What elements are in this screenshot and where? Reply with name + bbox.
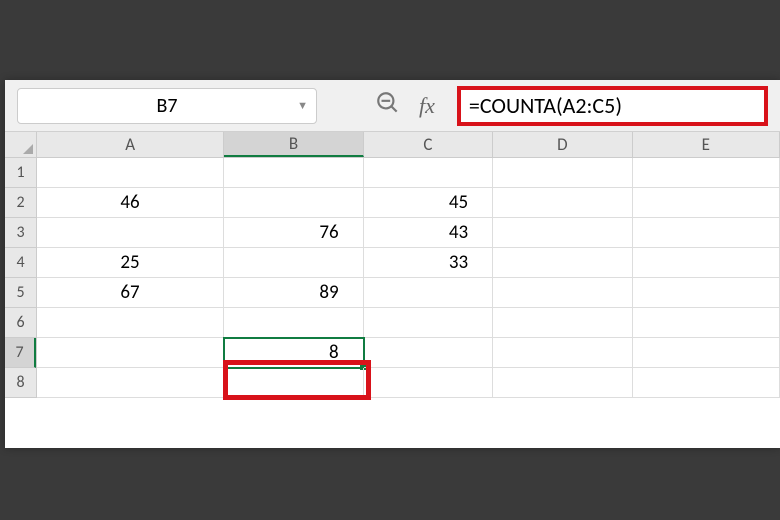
cell-E2[interactable] <box>633 188 780 218</box>
cell-D2[interactable] <box>493 188 632 218</box>
cell-C3[interactable]: 43 <box>364 218 494 248</box>
cell-A6[interactable] <box>37 308 224 338</box>
cell-E5[interactable] <box>633 278 780 308</box>
table-row: 6789 <box>37 278 780 308</box>
formula-input[interactable]: =COUNTA(A2:C5) <box>457 86 768 126</box>
col-header-E[interactable]: E <box>633 132 780 157</box>
row-header-4[interactable]: 4 <box>5 248 36 278</box>
name-box-value: B7 <box>156 94 177 118</box>
cell-A2[interactable]: 46 <box>37 188 224 218</box>
table-row: 25 33 <box>37 248 780 278</box>
name-box[interactable]: B7 ▼ <box>17 88 317 124</box>
cell-A4[interactable]: 25 <box>37 248 224 278</box>
col-header-B[interactable]: B <box>224 132 363 157</box>
table-row <box>37 368 780 398</box>
cell-E3[interactable] <box>633 218 780 248</box>
cell-A1[interactable] <box>37 158 224 188</box>
table-row: 8 <box>37 338 780 368</box>
cell-A3[interactable] <box>37 218 224 248</box>
cell-B6[interactable] <box>224 308 363 338</box>
cell-D3[interactable] <box>493 218 632 248</box>
table-row: 7643 <box>37 218 780 248</box>
formula-bar-icons: fx <box>375 90 435 121</box>
col-header-A[interactable]: A <box>37 132 224 157</box>
cell-D6[interactable] <box>493 308 632 338</box>
row-headers: 12345678 <box>5 158 37 398</box>
cell-D7[interactable] <box>493 338 632 368</box>
spreadsheet-window: B7 ▼ fx =COUNTA(A2:C5) ABCDE 12345678 46… <box>5 80 780 448</box>
row-header-1[interactable]: 1 <box>5 158 36 188</box>
column-headers: ABCDE <box>37 132 780 158</box>
cell-D5[interactable] <box>493 278 632 308</box>
formula-text: =COUNTA(A2:C5) <box>469 92 622 119</box>
cell-C8[interactable] <box>364 368 494 398</box>
cell-B4[interactable] <box>224 248 363 278</box>
row-header-6[interactable]: 6 <box>5 308 36 338</box>
cell-B8[interactable] <box>224 368 363 398</box>
cell-B1[interactable] <box>224 158 363 188</box>
formula-bar: B7 ▼ fx =COUNTA(A2:C5) <box>5 80 780 132</box>
cell-B3[interactable]: 76 <box>224 218 363 248</box>
cell-A8[interactable] <box>37 368 224 398</box>
cell-A7[interactable] <box>37 338 224 368</box>
cell-C1[interactable] <box>364 158 494 188</box>
cell-B7[interactable]: 8 <box>224 338 363 368</box>
row-header-3[interactable]: 3 <box>5 218 36 248</box>
cell-E8[interactable] <box>633 368 780 398</box>
cell-A5[interactable]: 67 <box>37 278 224 308</box>
cell-E7[interactable] <box>633 338 780 368</box>
cell-E1[interactable] <box>633 158 780 188</box>
col-header-D[interactable]: D <box>493 132 632 157</box>
row-header-2[interactable]: 2 <box>5 188 36 218</box>
fx-icon[interactable]: fx <box>419 93 435 119</box>
cell-E6[interactable] <box>633 308 780 338</box>
table-row <box>37 308 780 338</box>
cell-D4[interactable] <box>493 248 632 278</box>
search-icon[interactable] <box>375 90 401 121</box>
chevron-down-icon[interactable]: ▼ <box>297 99 308 112</box>
table-row: 46 45 <box>37 188 780 218</box>
cell-D1[interactable] <box>493 158 632 188</box>
cell-B2[interactable] <box>224 188 363 218</box>
select-all-corner[interactable] <box>5 132 37 158</box>
cell-C2[interactable]: 45 <box>364 188 494 218</box>
cell-D8[interactable] <box>493 368 632 398</box>
cell-C6[interactable] <box>364 308 494 338</box>
table-row <box>37 158 780 188</box>
col-header-C[interactable]: C <box>364 132 493 157</box>
cell-C7[interactable] <box>364 338 494 368</box>
cell-C4[interactable]: 33 <box>364 248 494 278</box>
cell-B5[interactable]: 89 <box>224 278 363 308</box>
cell-C5[interactable] <box>364 278 494 308</box>
row-header-8[interactable]: 8 <box>5 368 36 398</box>
row-header-5[interactable]: 5 <box>5 278 36 308</box>
cell-E4[interactable] <box>633 248 780 278</box>
row-header-7[interactable]: 7 <box>5 338 36 368</box>
